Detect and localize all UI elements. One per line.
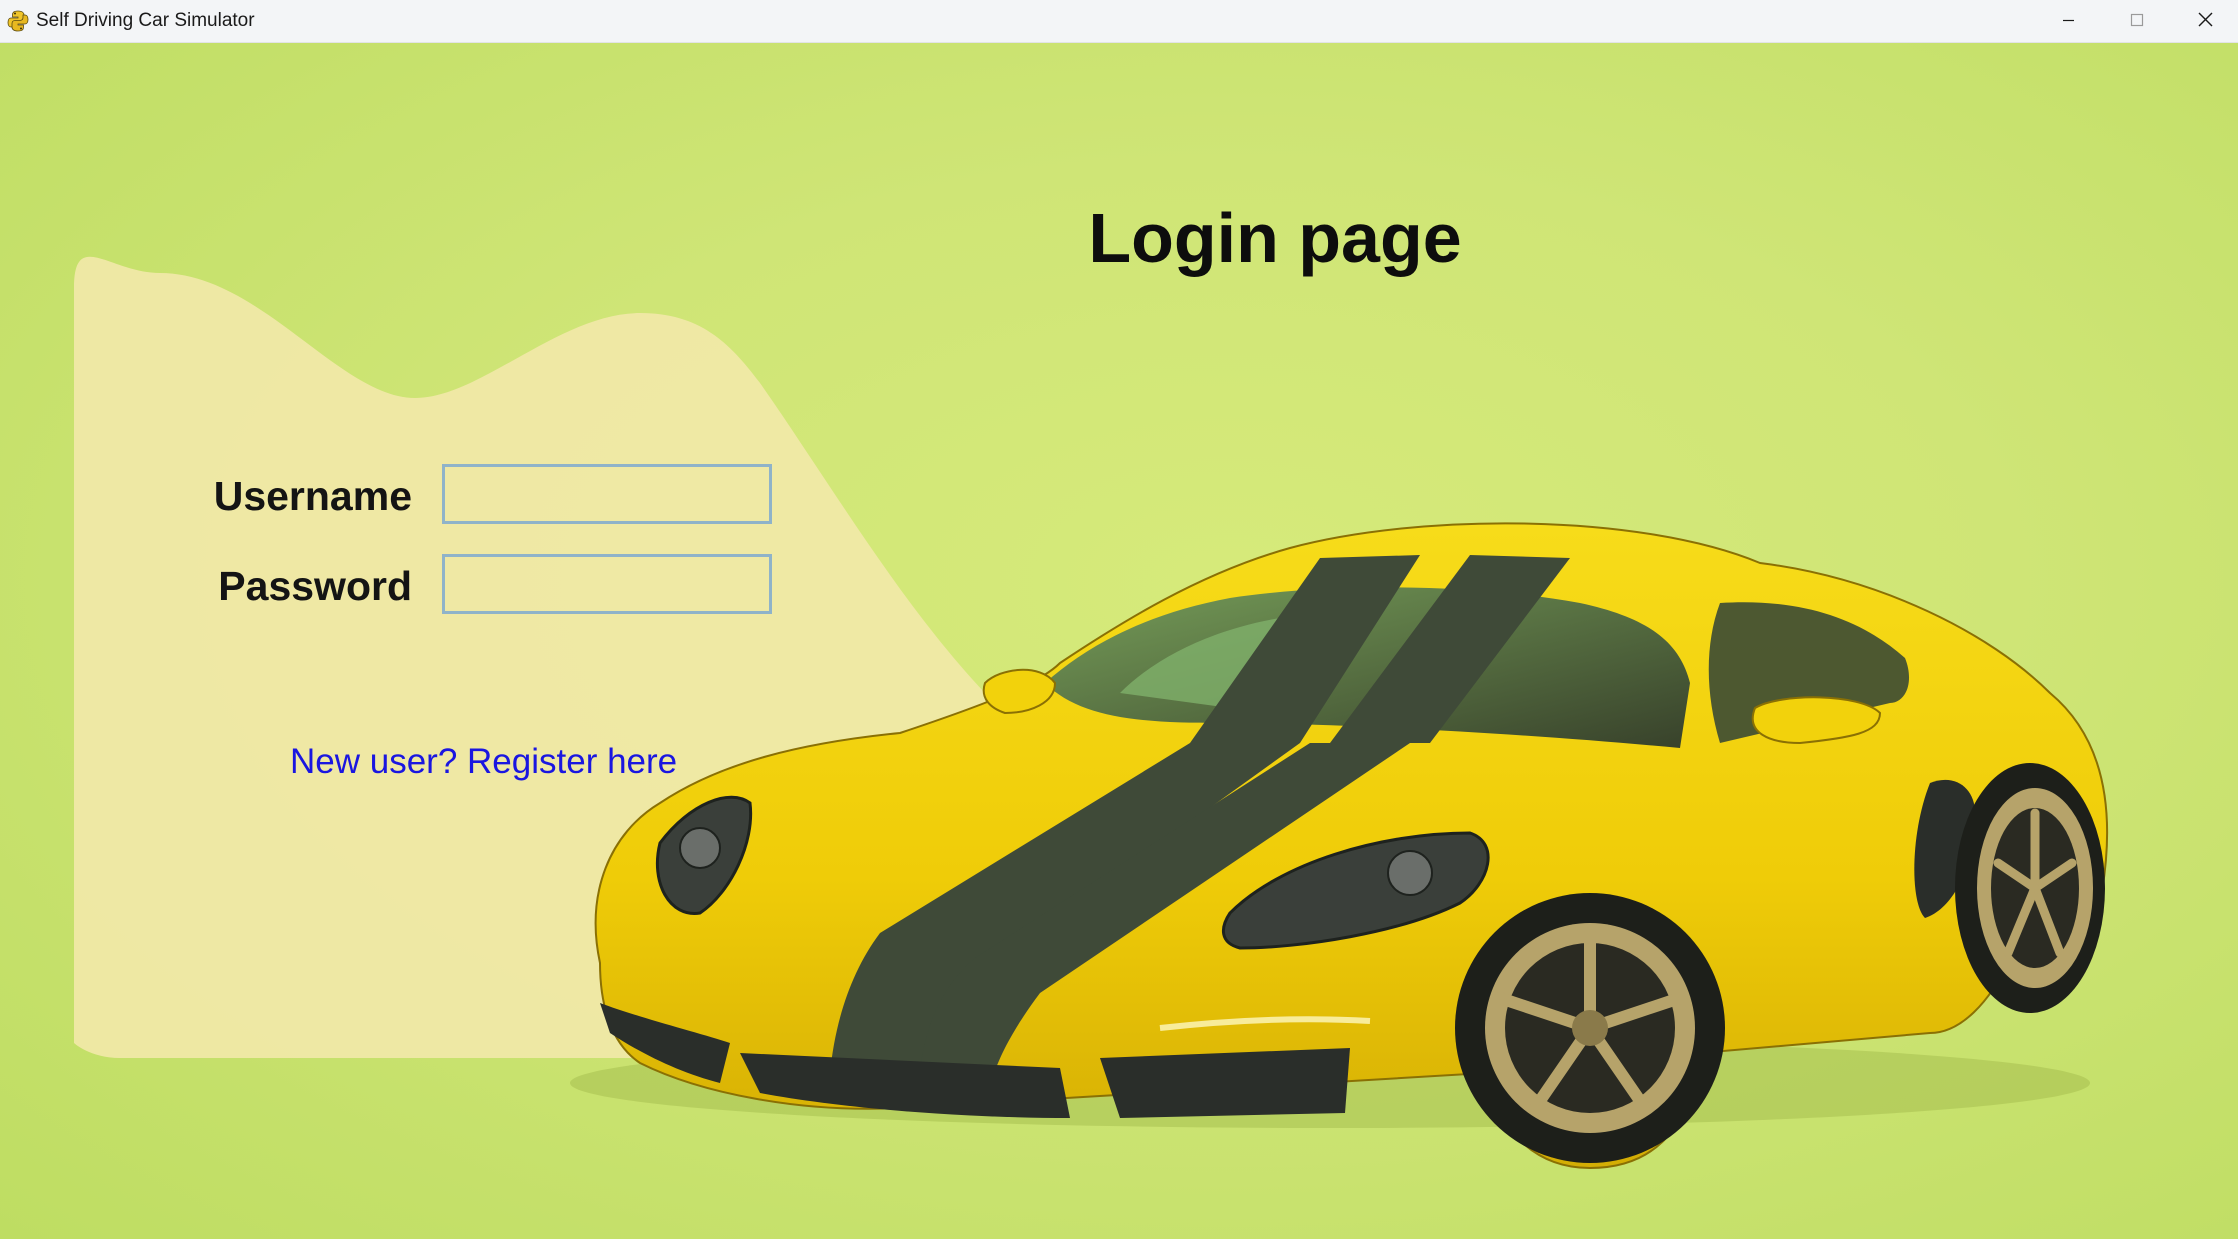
maximize-button[interactable] — [2102, 0, 2170, 42]
page-title: Login page — [1088, 199, 1462, 277]
maximize-icon — [2130, 13, 2144, 27]
close-icon — [2198, 12, 2213, 27]
minimize-button[interactable] — [2034, 0, 2102, 42]
minimize-icon — [2063, 19, 2074, 22]
username-label: Username — [213, 473, 412, 519]
username-input[interactable] — [442, 464, 772, 524]
window-title: Self Driving Car Simulator — [36, 10, 255, 31]
title-bar[interactable]: Self Driving Car Simulator — [0, 0, 2238, 43]
app-window: Self Driving Car Simulator Login page Us… — [0, 0, 2238, 1239]
python-icon — [7, 10, 29, 32]
register-link[interactable]: New user? Register here — [290, 740, 677, 784]
password-label: Password — [218, 563, 412, 609]
password-input[interactable] — [442, 554, 772, 614]
login-screen: Login page Username Password New user? R… — [0, 43, 2238, 1239]
close-button[interactable] — [2170, 0, 2238, 42]
